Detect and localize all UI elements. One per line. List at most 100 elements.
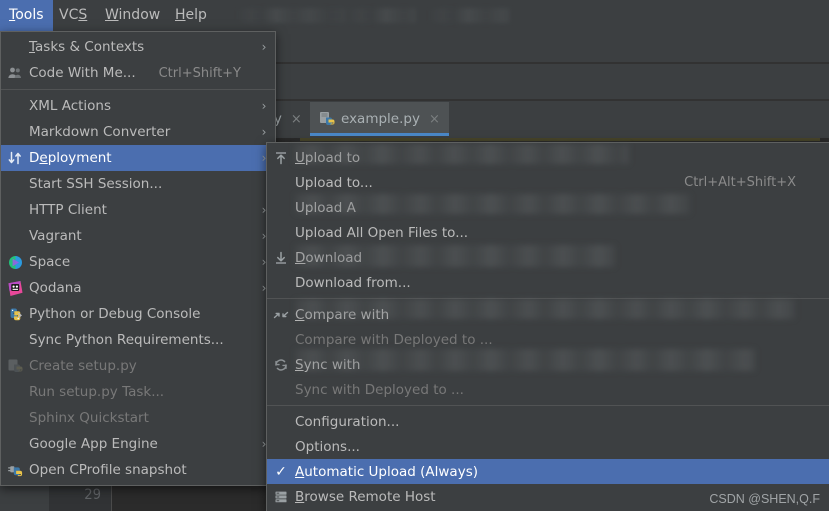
menu-item-markdown-converter[interactable]: Markdown Converter › bbox=[1, 119, 275, 145]
menu-item-code-with-me[interactable]: Code With Me... Ctrl+Shift+Y bbox=[1, 60, 275, 86]
menubar-redacted-region-2 bbox=[428, 8, 510, 23]
menu-item-start-ssh-session[interactable]: Start SSH Session... bbox=[1, 171, 275, 197]
close-icon[interactable]: × bbox=[291, 112, 302, 127]
chevron-right-icon: › bbox=[261, 40, 267, 54]
blank-icon bbox=[1, 406, 29, 431]
submenu-item-automatic-upload-always[interactable]: ✓ Automatic Upload (Always) bbox=[267, 459, 829, 484]
menu-item-label: Configuration... bbox=[295, 413, 400, 430]
blank-icon bbox=[267, 377, 295, 402]
submenu-item-compare-with-deployed-to: Compare with Deployed to ... bbox=[267, 327, 829, 352]
blank-icon bbox=[267, 434, 295, 459]
menu-item-label: Markdown Converter bbox=[29, 124, 171, 140]
submenu-item-download-from[interactable]: Download from... bbox=[267, 270, 829, 295]
menu-item-label: Qodana bbox=[29, 280, 82, 296]
menu-item-label: Space bbox=[29, 254, 71, 270]
check-glyph: ✓ bbox=[275, 463, 287, 480]
blank-icon bbox=[1, 380, 29, 405]
menubar-item-vcs-label: VC bbox=[59, 7, 79, 23]
menu-item-label: Upload to bbox=[295, 149, 361, 166]
menubar-item-help[interactable]: Help bbox=[166, 0, 216, 31]
menubar-redacted-region-1 bbox=[236, 8, 416, 23]
menu-item-label: Run setup.py Task... bbox=[29, 384, 165, 400]
menu-separator bbox=[267, 298, 829, 299]
space-icon bbox=[1, 250, 29, 275]
submenu-item-download[interactable]: Download bbox=[267, 245, 829, 270]
menu-item-vagrant[interactable]: Vagrant › bbox=[1, 223, 275, 249]
menu-item-label: Sync Python Requirements... bbox=[29, 332, 224, 348]
chevron-right-icon: › bbox=[261, 125, 267, 139]
menu-item-label: Start SSH Session... bbox=[29, 176, 163, 192]
menu-item-label: Automatic Upload (Always) bbox=[295, 463, 478, 480]
submenu-item-configuration[interactable]: Configuration... bbox=[267, 409, 829, 434]
tab-example-py-label: example.py bbox=[341, 111, 420, 127]
sync-icon bbox=[267, 352, 295, 377]
submenu-item-compare-with[interactable]: Compare with bbox=[267, 302, 829, 327]
menu-item-label: Deployment bbox=[29, 150, 112, 166]
check-icon: ✓ bbox=[267, 459, 295, 484]
compare-icon bbox=[267, 302, 295, 327]
tab-example-py[interactable]: example.py × bbox=[310, 102, 449, 136]
menubar-item-window-mnemonic: W bbox=[105, 7, 119, 23]
menu-item-label: Download from... bbox=[295, 274, 411, 291]
qodana-icon bbox=[1, 276, 29, 301]
download-icon bbox=[267, 245, 295, 270]
blank-icon bbox=[267, 270, 295, 295]
submenu-item-upload-all[interactable]: Upload A bbox=[267, 195, 829, 220]
blank-icon bbox=[1, 35, 29, 60]
deployment-submenu[interactable]: Upload to Upload to... Ctrl+Alt+Shift+X … bbox=[266, 142, 829, 511]
submenu-item-upload-all-open-files-to[interactable]: Upload All Open Files to... bbox=[267, 220, 829, 245]
menubar-item-vcs[interactable]: VCS bbox=[50, 0, 96, 31]
menu-item-label: Python or Debug Console bbox=[29, 306, 201, 322]
mnemonic: U bbox=[295, 149, 305, 166]
mnemonic: C bbox=[295, 306, 305, 323]
upload-icon bbox=[267, 145, 295, 170]
menu-item-label: Code With Me... bbox=[29, 65, 136, 81]
blank-icon bbox=[1, 198, 29, 223]
submenu-item-sync-with[interactable]: Sync with bbox=[267, 352, 829, 377]
menubar-item-tools-rest: ools bbox=[15, 7, 44, 23]
submenu-item-options[interactable]: Options... bbox=[267, 434, 829, 459]
menu-item-google-app-engine[interactable]: Google App Engine › bbox=[1, 431, 275, 457]
menu-item-label: Sphinx Quickstart bbox=[29, 410, 149, 426]
tab-active-underline bbox=[310, 133, 449, 136]
menubar-item-window[interactable]: Window bbox=[96, 0, 169, 31]
menu-item-python-or-debug-console[interactable]: Python or Debug Console bbox=[1, 301, 275, 327]
deployment-icon bbox=[1, 146, 29, 171]
menubar-item-tools[interactable]: Tools bbox=[0, 0, 53, 31]
menu-item-space[interactable]: Space › bbox=[1, 249, 275, 275]
watermark-text: CSDN @SHEN,Q.F bbox=[709, 492, 820, 506]
mnemonic: S bbox=[295, 356, 304, 373]
chevron-right-icon: › bbox=[261, 99, 267, 113]
menu-item-label: Compare with Deployed to ... bbox=[295, 331, 493, 348]
menu-item-label: Upload A bbox=[295, 199, 356, 216]
ide-screenshot: 28 29 import tkinter Tools VCS Window He… bbox=[0, 0, 829, 511]
menu-item-create-setup-py: Create setup.py bbox=[1, 353, 275, 379]
menu-item-label: Upload All Open Files to... bbox=[295, 224, 469, 241]
menu-item-label: Upload to... bbox=[295, 174, 373, 191]
tools-dropdown-menu[interactable]: Tasks & Contexts › Code With Me... Ctrl+… bbox=[0, 31, 276, 486]
blank-icon bbox=[1, 328, 29, 353]
menu-item-xml-actions[interactable]: XML Actions › bbox=[1, 93, 275, 119]
submenu-item-upload-to-dialog[interactable]: Upload to... Ctrl+Alt+Shift+X bbox=[267, 170, 829, 195]
menubar-item-help-rest: elp bbox=[185, 7, 207, 23]
menu-item-label: Options... bbox=[295, 438, 360, 455]
close-icon[interactable]: × bbox=[429, 112, 440, 127]
mnemonic: T bbox=[29, 39, 36, 55]
blank-icon bbox=[1, 224, 29, 249]
menu-item-open-cprofile-snapshot[interactable]: Open CProfile snapshot bbox=[1, 457, 275, 483]
python-file-icon bbox=[319, 111, 335, 127]
menu-item-tasks-and-contexts[interactable]: Tasks & Contexts › bbox=[1, 34, 275, 60]
menu-item-http-client[interactable]: HTTP Client › bbox=[1, 197, 275, 223]
menubar-item-window-rest: indow bbox=[118, 7, 161, 23]
remote-host-icon bbox=[267, 484, 295, 509]
blank-icon bbox=[267, 195, 295, 220]
python-console-icon bbox=[1, 302, 29, 327]
menu-item-sync-python-requirements[interactable]: Sync Python Requirements... bbox=[1, 327, 275, 353]
submenu-item-upload-to[interactable]: Upload to bbox=[267, 145, 829, 170]
submenu-item-sync-with-deployed-to: Sync with Deployed to ... bbox=[267, 377, 829, 402]
menu-item-label: Tasks & Contexts bbox=[29, 39, 145, 55]
mnemonic: e bbox=[39, 150, 48, 166]
menu-item-deployment[interactable]: Deployment › bbox=[1, 145, 275, 171]
menu-item-qodana[interactable]: Qodana › bbox=[1, 275, 275, 301]
blank-icon bbox=[267, 327, 295, 352]
